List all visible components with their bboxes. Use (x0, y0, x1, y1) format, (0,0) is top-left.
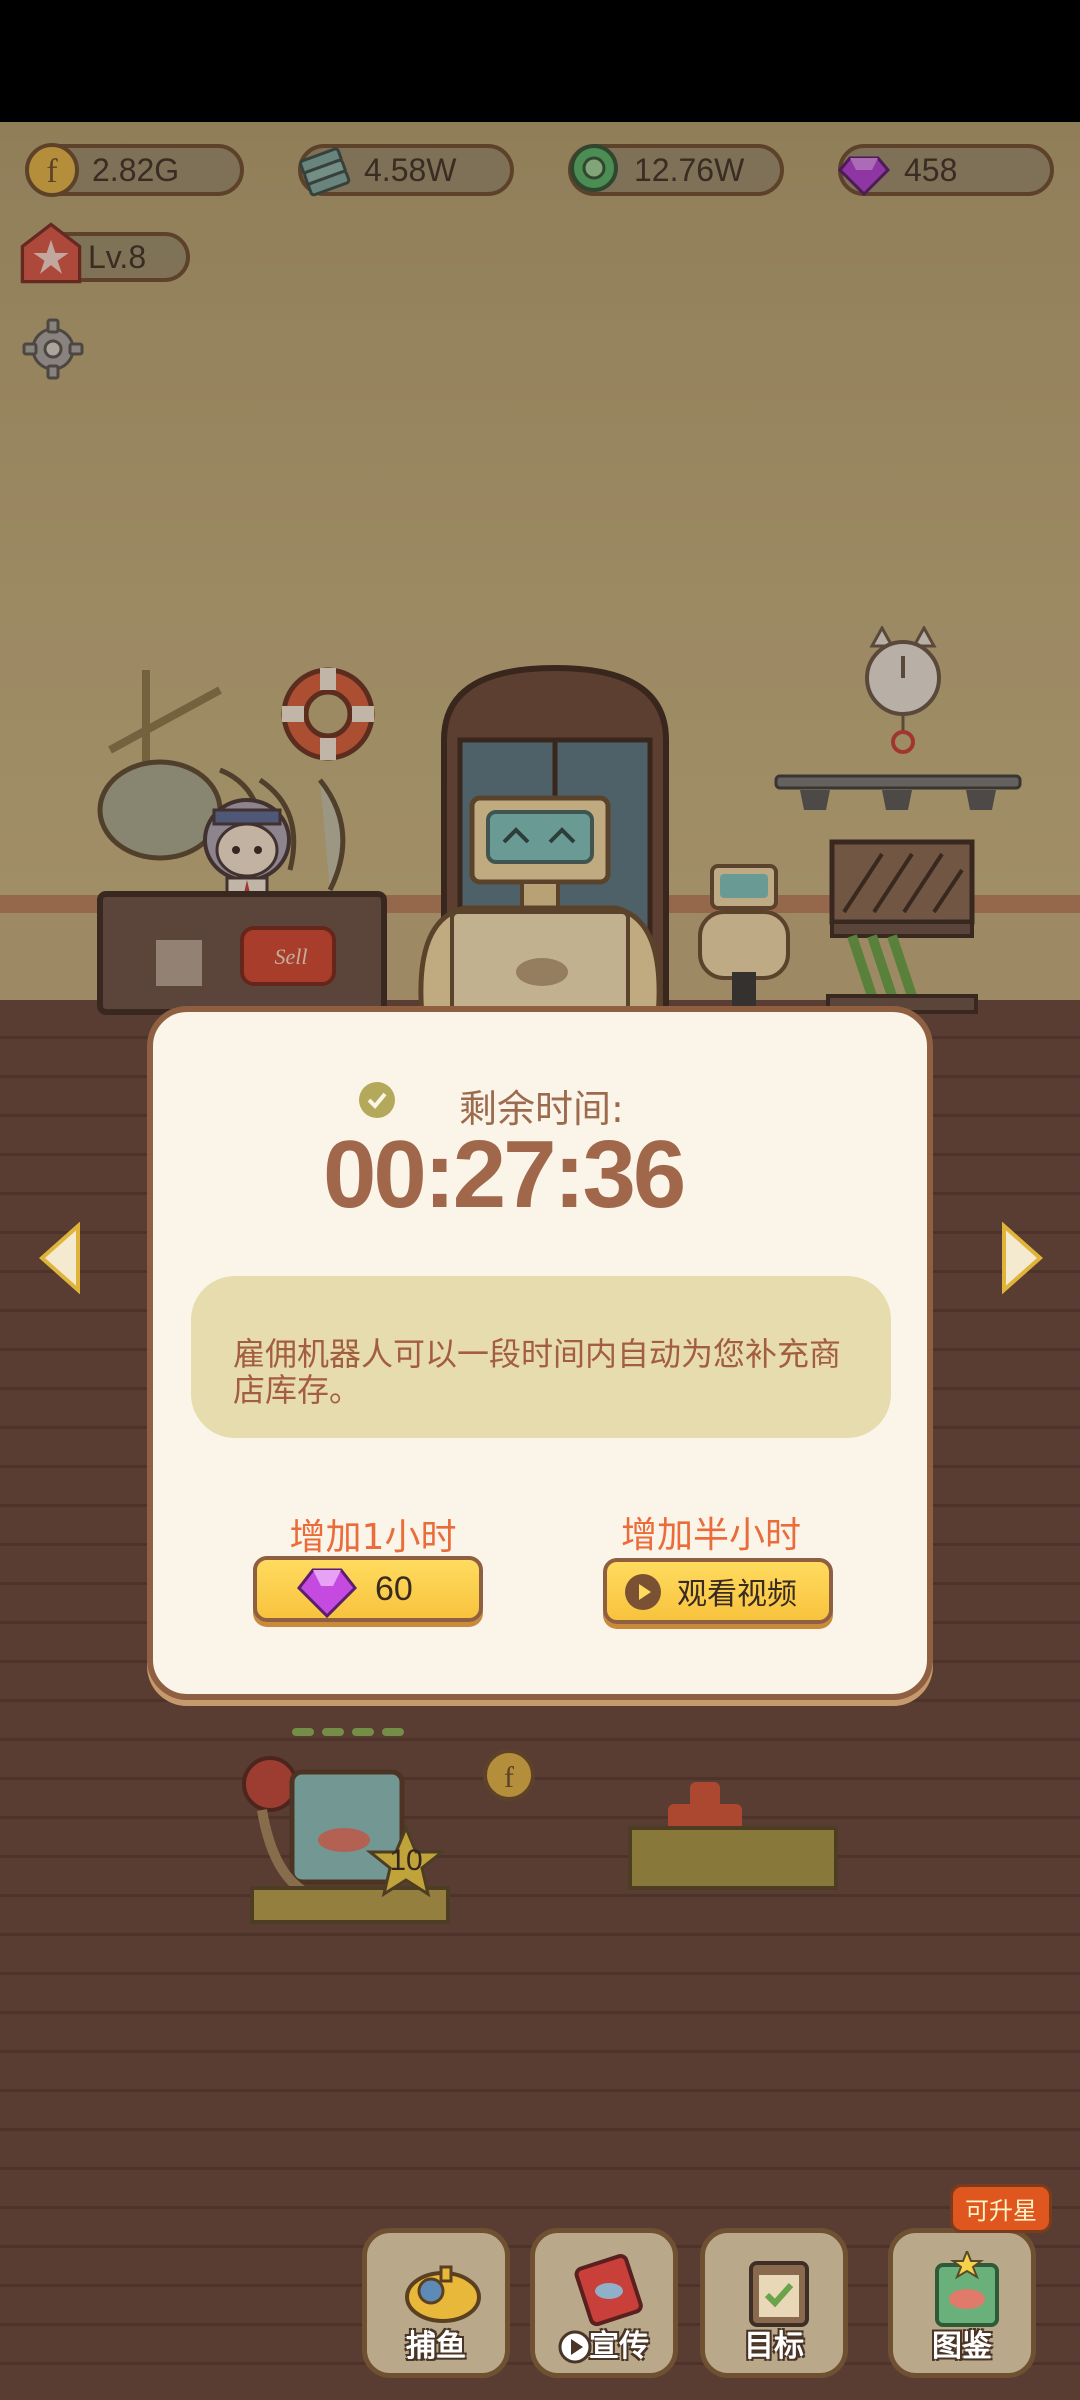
gem-icon (297, 1568, 357, 1619)
right-arrow-icon[interactable] (1000, 1222, 1044, 1294)
goal-clipboard-icon (749, 2261, 809, 2327)
watch-video-button[interactable]: 观看视频 (603, 1558, 833, 1624)
play-icon (625, 1574, 661, 1610)
robot-hire-dialog: 剩余时间: 00:27:36 雇佣机器人可以一段时间内自动为您补充商店库存。 增… (147, 1006, 933, 1700)
nav-promote[interactable]: 宣传 (530, 2228, 678, 2378)
fish-book-icon (935, 2251, 999, 2327)
nav-fishing-label: 捕鱼 (406, 2329, 466, 2364)
description-box: 雇佣机器人可以一段时间内自动为您补充商店库存。 (191, 1276, 891, 1438)
left-arrow-icon[interactable] (38, 1222, 82, 1294)
description-text: 雇佣机器人可以一段时间内自动为您补充商店库存。 (233, 1335, 842, 1409)
nav-collection[interactable]: 图鉴 (888, 2228, 1036, 2378)
nav-promote-label: 宣传 (589, 2329, 649, 2364)
add-half-hour-title: 增加半小时 (620, 1515, 801, 1556)
countdown-timer: 00:27:36 (323, 1121, 686, 1228)
submarine-icon (405, 2265, 481, 2323)
nav-collection-label: 图鉴 (932, 2329, 992, 2364)
nav-fishing[interactable]: 捕鱼 (362, 2228, 510, 2378)
nav-goals[interactable]: 目标 (700, 2228, 848, 2378)
add-one-hour-title: 增加1小时 (289, 1517, 457, 1558)
upgrade-star-badge: 可升星 (950, 2184, 1052, 2233)
nav-goals-label: 目标 (744, 2329, 804, 2364)
buy-one-hour-button[interactable]: 60 (253, 1556, 483, 1622)
check-icon (359, 1082, 395, 1118)
video-play-icon (558, 2330, 592, 2364)
gem-cost: 60 (375, 1569, 413, 1608)
flyer-icon (574, 2253, 643, 2327)
watch-video-label: 观看视频 (677, 1577, 797, 1612)
status-bar (0, 0, 1080, 122)
